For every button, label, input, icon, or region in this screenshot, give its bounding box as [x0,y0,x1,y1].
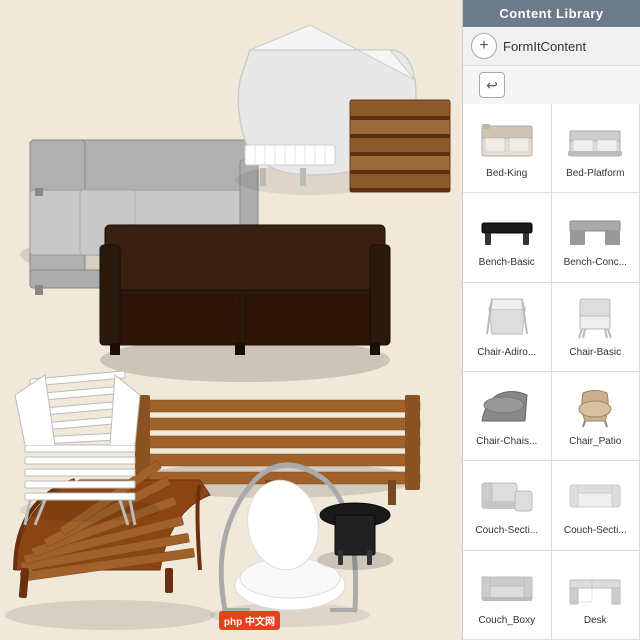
couch-boxy-label: Couch_Boxy [478,615,535,627]
couch-secti1-thumbnail [473,469,541,521]
bed-king-label: Bed-King [486,168,527,180]
sidebar-item-chair-adiro[interactable]: Chair-Adiro... [463,283,552,372]
couch-secti2-label: Couch-Secti... [564,525,627,537]
sidebar-item-couch-boxy[interactable]: Couch_Boxy [463,551,552,640]
sidebar-toolbar: + FormItContent [463,27,640,66]
content-library-sidebar: Content Library + FormItContent ↩ Bed-Ki… [462,0,640,640]
sidebar-items-grid: Bed-King Bed-Platform [463,104,640,640]
add-button[interactable]: + [471,33,497,59]
back-button[interactable]: ↩ [479,72,505,98]
sidebar-item-couch-secti1[interactable]: Couch-Secti... [463,461,552,550]
chair-patio-label: Chair_Patio [569,436,621,448]
sidebar-item-couch-secti2[interactable]: Couch-Secti... [552,461,640,550]
desk-label: Desk [584,615,607,627]
watermark: php 中文网 [219,611,280,630]
sidebar-item-chair-patio[interactable]: Chair_Patio [552,372,640,461]
sidebar-item-bed-king[interactable]: Bed-King [463,104,552,193]
bench-conc-thumbnail [561,201,629,253]
toolbar-label: FormItContent [503,39,586,54]
bed-platform-thumbnail [561,112,629,164]
bed-platform-label: Bed-Platform [566,168,624,180]
bed-king-thumbnail [473,112,541,164]
couch-secti2-thumbnail [561,469,629,521]
sidebar-item-chair-basic[interactable]: Chair-Basic [552,283,640,372]
couch-boxy-thumbnail [473,559,541,611]
chair-chais-thumbnail [473,380,541,432]
sidebar-item-bench-conc[interactable]: Bench-Conc... [552,193,640,282]
sidebar-item-chair-chais[interactable]: Chair-Chais... [463,372,552,461]
main-canvas: php 中文网 [0,0,462,640]
chair-basic-label: Chair-Basic [569,347,621,359]
chair-chais-label: Chair-Chais... [476,436,537,448]
sidebar-item-bed-platform[interactable]: Bed-Platform [552,104,640,193]
bench-conc-label: Bench-Conc... [564,257,627,269]
chair-basic-thumbnail [561,291,629,343]
bench-basic-thumbnail [473,201,541,253]
chair-patio-thumbnail [561,380,629,432]
bench-basic-label: Bench-Basic [479,257,535,269]
desk-thumbnail [561,559,629,611]
chair-adiro-thumbnail [473,291,541,343]
sidebar-item-bench-basic[interactable]: Bench-Basic [463,193,552,282]
chair-adiro-label: Chair-Adiro... [477,347,536,359]
couch-secti1-label: Couch-Secti... [475,525,538,537]
sidebar-title: Content Library [463,0,640,27]
sidebar-item-desk[interactable]: Desk [552,551,640,640]
